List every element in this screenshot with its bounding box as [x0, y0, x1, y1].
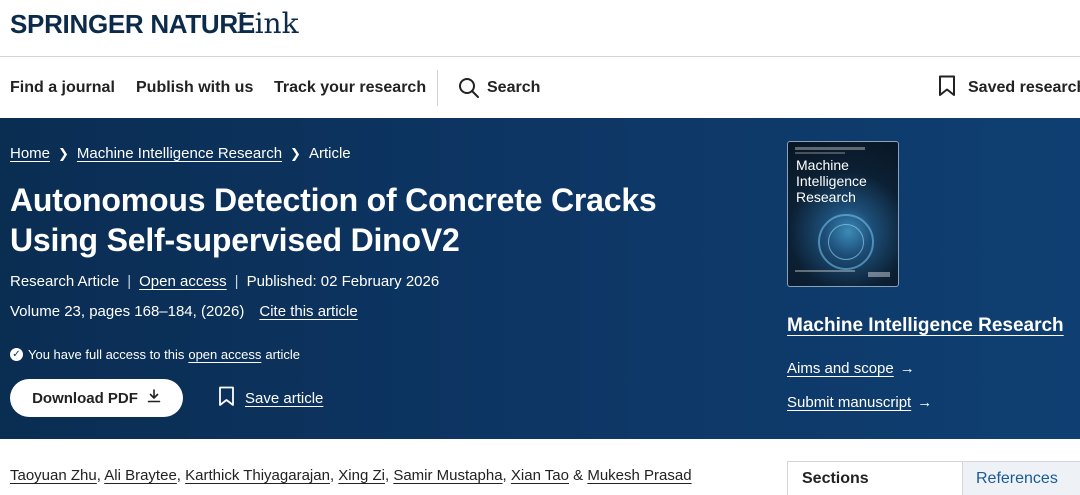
author-link[interactable]: Taoyuan Zhu: [10, 467, 97, 484]
cite-article-link[interactable]: Cite this article: [259, 303, 357, 320]
nav-find-journal[interactable]: Find a journal: [10, 79, 115, 97]
tab-sections[interactable]: Sections: [787, 461, 963, 495]
author-link[interactable]: Samir Mustapha: [393, 467, 502, 484]
article-hero: Home ❯ Machine Intelligence Research ❯ A…: [0, 118, 1080, 439]
search-button[interactable]: Search: [458, 76, 540, 100]
chevron-right-icon: ❯: [290, 145, 301, 161]
meta-separator: |: [127, 273, 132, 290]
download-pdf-label: Download PDF: [32, 389, 138, 407]
springer-nature-logo[interactable]: SPRINGER NATURE: [10, 9, 255, 40]
journal-cover-image[interactable]: Machine Intelligence Research: [787, 141, 899, 287]
journal-name-link[interactable]: Machine Intelligence Research: [787, 315, 1064, 337]
saved-research-button[interactable]: Saved research: [938, 75, 1080, 102]
save-article-label: Save article: [245, 390, 324, 407]
open-access-link[interactable]: Open access: [139, 273, 227, 290]
main-nav: Find a journal Publish with us Track you…: [0, 58, 1080, 118]
search-icon: [458, 77, 480, 99]
meta-separator: |: [234, 273, 239, 290]
nav-track-research[interactable]: Track your research: [274, 79, 426, 97]
arrow-right-icon: →: [917, 394, 933, 411]
author-link[interactable]: Karthick Thiyagarajan: [185, 467, 330, 484]
breadcrumb-current: Article: [308, 145, 351, 162]
tab-references[interactable]: References: [963, 461, 1080, 495]
breadcrumb-home[interactable]: Home: [10, 145, 50, 162]
download-pdf-button[interactable]: Download PDF: [10, 379, 183, 417]
author-link[interactable]: Ali Braytee: [104, 467, 177, 484]
submit-manuscript-link[interactable]: Submit manuscript →: [787, 394, 932, 411]
check-circle-icon: ✓: [10, 348, 23, 361]
article-meta: Research Article | Open access | Publish…: [10, 273, 439, 290]
access-note-text: You have full access to this: [28, 347, 185, 362]
bookmark-icon: [218, 386, 235, 411]
nav-divider: [437, 70, 438, 106]
search-label: Search: [487, 79, 541, 96]
author-link[interactable]: Xing Zi: [338, 467, 385, 484]
save-article-button[interactable]: Save article: [218, 386, 323, 411]
breadcrumb: Home ❯ Machine Intelligence Research ❯ A…: [10, 145, 351, 162]
saved-research-label: Saved research: [968, 79, 1080, 96]
link-logo[interactable]: Link: [236, 7, 299, 40]
article-title: Autonomous Detection of Concrete Cracks …: [10, 182, 657, 258]
download-icon: [147, 389, 161, 407]
bookmark-icon: [938, 75, 956, 102]
volume-info: Volume 23, pages 168–184, (2026): [10, 303, 245, 320]
published-date: Published: 02 February 2026: [246, 273, 440, 290]
breadcrumb-journal[interactable]: Machine Intelligence Research: [77, 145, 282, 162]
arrow-right-icon: →: [899, 360, 915, 377]
article-volume-row: Volume 23, pages 168–184, (2026) Cite th…: [10, 303, 358, 320]
aims-and-scope-label: Aims and scope: [787, 360, 894, 377]
access-note: ✓ You have full access to this open acce…: [10, 347, 300, 362]
author-link[interactable]: Mukesh Prasad: [587, 467, 691, 484]
aims-and-scope-link[interactable]: Aims and scope →: [787, 360, 915, 377]
access-note-link[interactable]: open access: [188, 347, 261, 362]
cover-title: Machine Intelligence Research: [796, 157, 867, 205]
nav-publish-with-us[interactable]: Publish with us: [136, 79, 253, 97]
author-list: Taoyuan Zhu, Ali Braytee, Karthick Thiya…: [10, 467, 692, 484]
author-link[interactable]: Xian Tao: [511, 467, 569, 484]
access-note-suffix: article: [265, 347, 301, 362]
article-type: Research Article: [10, 273, 120, 290]
chevron-right-icon: ❯: [58, 145, 69, 161]
brand-header: SPRINGER NATURE Link: [0, 0, 1080, 57]
submit-manuscript-label: Submit manuscript: [787, 394, 912, 411]
